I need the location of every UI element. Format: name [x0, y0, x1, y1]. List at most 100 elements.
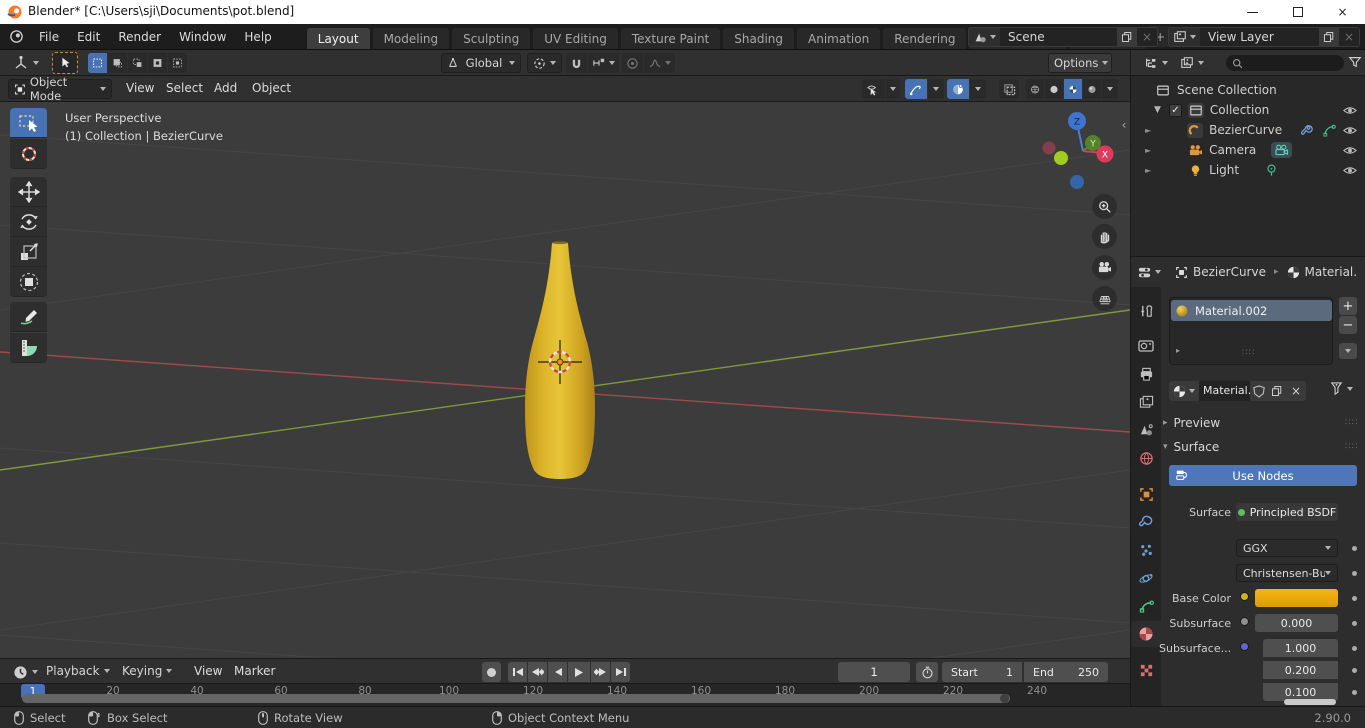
unlink-material-button[interactable]: × [1286, 381, 1306, 401]
editor-type-timeline-icon[interactable] [8, 662, 43, 682]
outliner-row-scene-collection[interactable]: Scene Collection [1131, 80, 1365, 100]
view-layer-selector[interactable]: View Layer × [1168, 27, 1360, 47]
hide-eye-icon[interactable] [1343, 105, 1357, 116]
proportional-edit-icon[interactable] [622, 53, 643, 73]
view-layer-name[interactable]: View Layer [1200, 30, 1319, 44]
close-button[interactable]: × [1320, 0, 1365, 24]
fake-user-shield-icon[interactable] [1250, 381, 1268, 401]
timeline-scrollbar-handle[interactable] [1000, 694, 1009, 703]
active-tool-box-select-button[interactable] [52, 52, 78, 74]
mode-dropdown[interactable]: Object Mode [8, 79, 112, 99]
workspace-tab-uv-editing[interactable]: UV Editing [533, 28, 618, 49]
tool-rotate[interactable] [10, 207, 47, 237]
menu-window[interactable]: Window [170, 24, 235, 50]
next-keyframe-button[interactable] [591, 662, 610, 682]
camera-data-icon[interactable] [1271, 142, 1292, 158]
scene-copy-icon[interactable] [1117, 28, 1137, 46]
tool-select-box[interactable] [10, 108, 47, 138]
remove-slot-button[interactable]: − [1339, 316, 1357, 334]
light-data-icon[interactable] [1265, 164, 1278, 177]
tab-modifiers[interactable] [1131, 509, 1161, 535]
view-layer-remove-icon[interactable]: × [1339, 30, 1359, 44]
panel-preview[interactable]: ▸ Preview ∷∷ [1163, 413, 1363, 433]
snap-target-dropdown[interactable] [588, 53, 619, 73]
outliner-item-label[interactable]: Collection [1210, 103, 1269, 117]
outliner-row-light[interactable]: ► Light [1131, 160, 1365, 180]
prev-keyframe-button[interactable] [528, 662, 547, 682]
preview-range-clock-button[interactable] [916, 662, 938, 682]
zoom-button[interactable] [1092, 194, 1117, 219]
subsurface-method-dropdown[interactable]: Christensen-Bur... [1236, 564, 1338, 582]
keyframe-dot[interactable] [1352, 690, 1357, 695]
scene-icon[interactable] [969, 28, 1000, 46]
record-button[interactable] [482, 662, 501, 682]
jump-to-start-button[interactable] [508, 662, 527, 682]
outliner-search-input[interactable] [1226, 55, 1344, 71]
camera-view-button[interactable] [1092, 255, 1117, 280]
tool-transform[interactable] [10, 267, 47, 297]
outliner-item-label[interactable]: BezierCurve [1209, 123, 1282, 137]
hide-eye-icon[interactable] [1343, 145, 1357, 156]
subsurface-socket[interactable] [1240, 617, 1249, 626]
panel-surface[interactable]: ▾ Surface ∷∷ [1163, 437, 1363, 457]
shading-chevron[interactable] [1102, 79, 1118, 99]
tab-object-data[interactable] [1131, 593, 1161, 619]
select-extend-button[interactable] [108, 53, 127, 73]
tab-physics[interactable] [1131, 565, 1161, 591]
shading-rendered-button[interactable] [1083, 79, 1101, 99]
outliner-item-label[interactable]: Scene Collection [1177, 83, 1277, 97]
tab-particles[interactable] [1131, 537, 1161, 563]
workspace-tab-animation[interactable]: Animation [797, 28, 880, 49]
add-slot-button[interactable]: + [1339, 297, 1357, 315]
tab-view-layer[interactable] [1131, 389, 1161, 415]
tool-scale[interactable] [10, 237, 47, 267]
select-invert-button[interactable] [148, 53, 167, 73]
xray-toggle[interactable] [999, 79, 1019, 99]
panel-expand-icon[interactable]: ▾ [1163, 442, 1168, 452]
overlays-toggle[interactable] [947, 79, 986, 99]
gizmos-toggle[interactable] [905, 79, 944, 99]
snap-magnet-icon[interactable] [566, 53, 587, 73]
collection-checkbox[interactable]: ✓ [1169, 104, 1182, 117]
subsurface-radius-x-field[interactable]: 1.000 [1263, 639, 1338, 657]
outliner-row-collection[interactable]: ▼ ✓ Collection [1131, 100, 1365, 120]
navigation-gizmo[interactable]: Z Y X [1043, 112, 1114, 189]
tab-material[interactable] [1131, 621, 1161, 647]
keyframe-dot[interactable] [1352, 546, 1357, 551]
tab-scene[interactable] [1131, 417, 1161, 443]
pivot-point-dropdown[interactable] [527, 53, 562, 73]
scene-name[interactable]: Scene [1000, 30, 1117, 44]
new-material-copy-icon[interactable] [1268, 381, 1286, 401]
slot-list-expand-icon[interactable]: ▸ [1176, 346, 1180, 355]
options-dropdown[interactable]: Options [1048, 53, 1112, 73]
shading-material-button[interactable] [1064, 79, 1082, 99]
slot-specials-dropdown[interactable] [1339, 343, 1357, 359]
tab-render[interactable] [1131, 333, 1161, 359]
panel-collapse-icon[interactable]: ▸ [1163, 418, 1168, 428]
play-reverse-button[interactable] [548, 662, 567, 682]
scene-unlink-icon[interactable]: × [1137, 30, 1157, 44]
view-layer-copy-icon[interactable] [1319, 28, 1339, 46]
workspace-tab-modeling[interactable]: Modeling [373, 28, 450, 49]
subsurface-value-field[interactable]: 0.000 [1255, 614, 1338, 632]
current-frame-field[interactable]: 1 [838, 662, 910, 682]
tool-measure[interactable] [10, 333, 47, 363]
tab-output[interactable] [1131, 361, 1161, 387]
shading-solid-button[interactable] [1045, 79, 1063, 99]
visibility-icon[interactable] [862, 79, 885, 99]
timeline-marker-menu[interactable]: Marker [226, 664, 283, 678]
subsurface-radius-socket[interactable] [1240, 642, 1249, 651]
blender-menu-logo-icon[interactable] [0, 29, 30, 44]
branch-arrow-icon[interactable]: ► [1145, 166, 1151, 175]
outliner-row-beziercurve[interactable]: ► BezierCurve [1131, 120, 1365, 140]
breadcrumb-data-name[interactable]: Material.002 [1305, 265, 1357, 279]
frame-start-field[interactable]: Start1 [942, 662, 1022, 682]
browse-material-dropdown[interactable] [1169, 381, 1199, 401]
tab-object[interactable] [1131, 481, 1161, 507]
material-name-field[interactable]: Material... [1199, 381, 1250, 401]
tool-annotate[interactable] [10, 302, 47, 332]
menu-render[interactable]: Render [109, 24, 170, 50]
outliner-display-mode-dropdown[interactable] [1175, 53, 1209, 73]
keyframe-dot[interactable] [1352, 596, 1357, 601]
properties-horizontal-scrollbar[interactable] [1284, 699, 1336, 705]
